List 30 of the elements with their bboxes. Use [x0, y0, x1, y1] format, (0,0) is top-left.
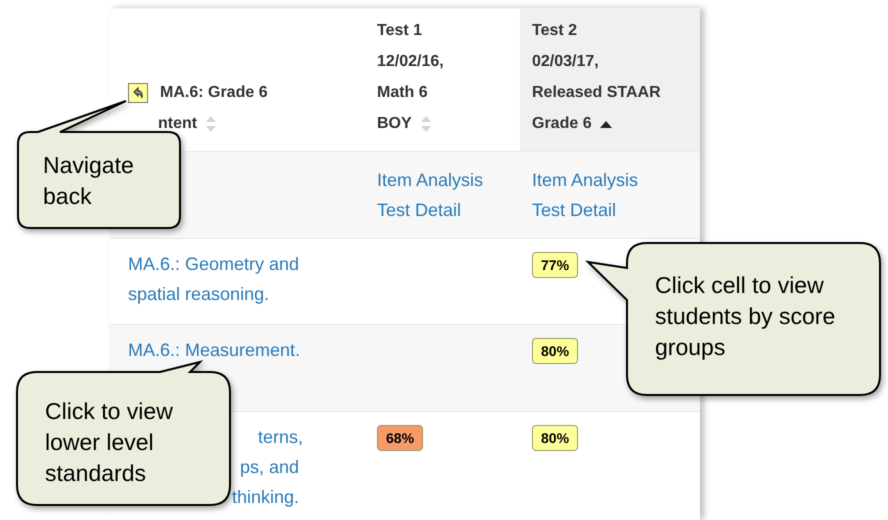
score-badge[interactable]: 68% [377, 425, 424, 451]
link[interactable]: Item Analysis [377, 165, 484, 195]
standard-link[interactable]: terns, [258, 422, 304, 452]
header-text: Grade 6 [532, 114, 592, 134]
score-badge[interactable]: 77% [532, 252, 578, 278]
standard-link[interactable]: ps, and [240, 452, 300, 482]
callout-text: Click to view lower level standards [45, 397, 174, 488]
standard-link[interactable]: MA.6.: Measurement. [128, 335, 348, 365]
column-header[interactable]: MA.6: Grade 6 ntent [110, 9, 365, 151]
link[interactable]: Item Analysis [532, 165, 638, 195]
standard-link[interactable]: MA.6.: Geometry and spatial reasoning. [128, 249, 348, 309]
header-text: Test 1 [377, 21, 422, 41]
standard-link[interactable]: thinking. [232, 482, 300, 512]
header-text: Math 6 [377, 83, 428, 103]
callout-text: Click cell to view students by score groups [655, 271, 836, 362]
score-badge[interactable]: 80% [532, 338, 578, 364]
header-text: MA.6: Grade 6 [160, 83, 268, 103]
header-text: 12/02/16, [377, 52, 444, 72]
header-text: Test 2 [532, 21, 578, 41]
column-header[interactable]: Test 1 12/02/16, Math 6 BOY [365, 9, 520, 151]
score-badge[interactable]: 80% [532, 425, 578, 451]
column-header[interactable]: Test 2 02/03/17, Released STAAR Grade 6 [520, 9, 700, 151]
header-text: Released STAAR [532, 83, 661, 103]
link[interactable]: Test Detail [377, 195, 462, 225]
header-text: BOY [377, 114, 412, 134]
header-text: 02/03/17, [532, 52, 599, 72]
link[interactable]: Test Detail [532, 195, 616, 225]
sort-ascending-icon[interactable] [600, 120, 612, 128]
callout-text: Navigate back [43, 151, 135, 211]
header-text: ntent [158, 114, 198, 134]
